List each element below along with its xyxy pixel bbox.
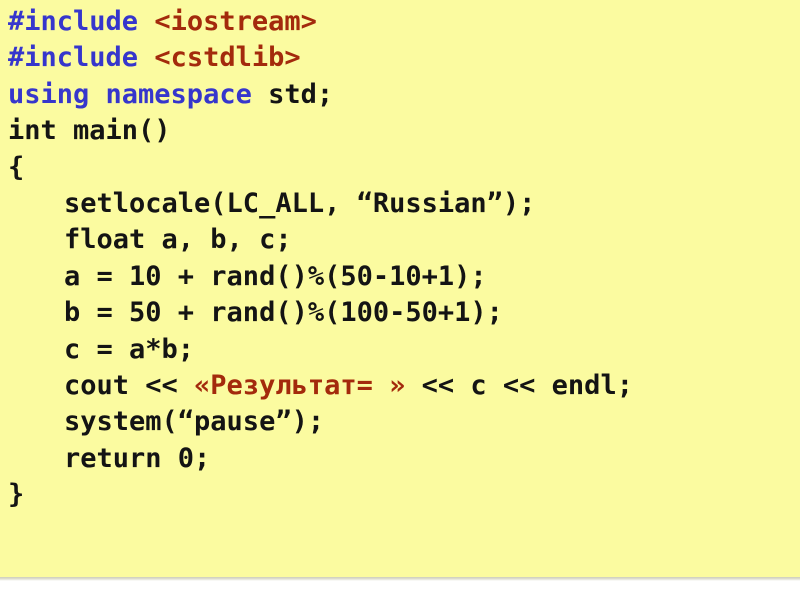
code-token: float a, b, c; bbox=[64, 224, 292, 256]
code-token: return 0; bbox=[64, 442, 211, 474]
code-token: { bbox=[8, 151, 25, 183]
code-token: setlocale(LC_ALL, “Russian”); bbox=[64, 187, 536, 219]
code-token: a = 10 + rand()%(50-10+1); bbox=[64, 260, 487, 292]
code-line: cout << «Результат= » << c << endl; bbox=[0, 368, 800, 404]
code-line: #include <cstdlib> bbox=[0, 40, 800, 76]
code-line: a = 10 + rand()%(50-10+1); bbox=[0, 259, 800, 295]
code-line: b = 50 + rand()%(100-50+1); bbox=[0, 295, 800, 331]
code-line: return 0; bbox=[0, 441, 800, 477]
code-line: int main() bbox=[0, 113, 800, 149]
code-token: system(“pause”); bbox=[64, 406, 325, 438]
code-lines-container: #include <iostream> #include <cstdlib> usi… bbox=[0, 4, 800, 513]
code-token: cout << bbox=[64, 369, 195, 401]
code-line: { bbox=[0, 150, 800, 186]
code-line: system(“pause”); bbox=[0, 404, 800, 440]
code-token: } bbox=[8, 479, 25, 511]
code-line: } bbox=[0, 477, 800, 513]
code-line: float a, b, c; bbox=[0, 222, 800, 258]
code-token: std; bbox=[268, 78, 334, 110]
code-token: <iostream> bbox=[154, 6, 317, 37]
code-token: <cstdlib> bbox=[154, 42, 301, 74]
code-line: using namespace std; bbox=[0, 77, 800, 113]
code-line: #include <iostream> bbox=[0, 4, 800, 40]
code-token: #include bbox=[8, 42, 155, 74]
code-token: «Результат= » bbox=[194, 369, 406, 401]
code-token: << c << endl; bbox=[405, 369, 633, 401]
code-listing-panel: #include <iostream> #include <cstdlib> usi… bbox=[0, 0, 800, 577]
code-token: using namespace bbox=[8, 78, 269, 110]
code-token: int main() bbox=[8, 115, 171, 147]
code-line: setlocale(LC_ALL, “Russian”); bbox=[0, 186, 800, 222]
code-line: c = a*b; bbox=[0, 332, 800, 368]
panel-drop-shadow bbox=[0, 577, 800, 581]
code-token: #include bbox=[8, 6, 155, 37]
code-token: b = 50 + rand()%(100-50+1); bbox=[64, 297, 503, 329]
code-token: c = a*b; bbox=[64, 333, 195, 365]
